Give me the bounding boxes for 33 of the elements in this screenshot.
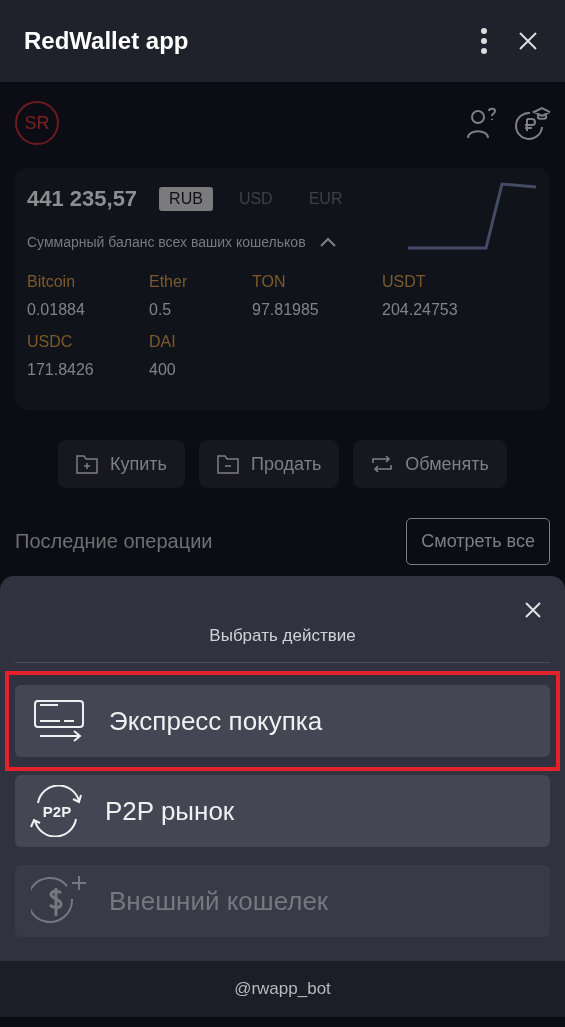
bot-handle: @rwapp_bot — [0, 961, 565, 1017]
option-button[interactable]: Экспресс покупка — [15, 685, 550, 757]
section-title: Последние операции — [15, 530, 213, 553]
balance-caption: Суммарный баланс всех ваших кошельков — [27, 234, 306, 250]
sell-button[interactable]: Продать — [199, 440, 340, 488]
asset-amount: 204.24753 — [382, 300, 458, 320]
asset-name: Bitcoin — [27, 272, 76, 292]
user-question-icon[interactable] — [466, 106, 498, 140]
asset-name: TON — [252, 272, 286, 292]
close-icon[interactable] — [525, 602, 541, 618]
folder-plus-icon — [76, 454, 99, 474]
see-all-button[interactable]: Смотреть все — [406, 518, 550, 565]
asset-name: USDT — [382, 272, 426, 292]
asset-amount: 97.81985 — [252, 300, 319, 320]
asset-name: USDC — [27, 332, 73, 352]
balance-amount: 441 235,57 — [27, 186, 138, 212]
asset-amount: 0.5 — [149, 300, 172, 320]
window-title: RedWallet app — [24, 27, 190, 55]
coin-cap-icon[interactable] — [514, 105, 550, 141]
asset-amount: 0.01884 — [27, 300, 85, 320]
currency-tab[interactable]: RUB — [159, 187, 213, 211]
exchange-button[interactable]: Обменять — [353, 440, 507, 488]
folder-minus-icon — [217, 454, 239, 474]
sheet-title: Выбрать действие — [15, 626, 550, 663]
card-arrow-icon — [33, 699, 85, 743]
buy-button[interactable]: Купить — [58, 440, 185, 488]
asset-name: Ether — [149, 272, 188, 292]
chevron-up-icon[interactable] — [319, 237, 336, 247]
asset-amount: 400 — [149, 360, 176, 380]
asset-name: DAI — [149, 332, 176, 352]
exchange-icon — [371, 453, 394, 475]
asset-amount: 171.8426 — [27, 360, 94, 380]
option-button[interactable]: P2P P2P рынок — [15, 775, 550, 847]
